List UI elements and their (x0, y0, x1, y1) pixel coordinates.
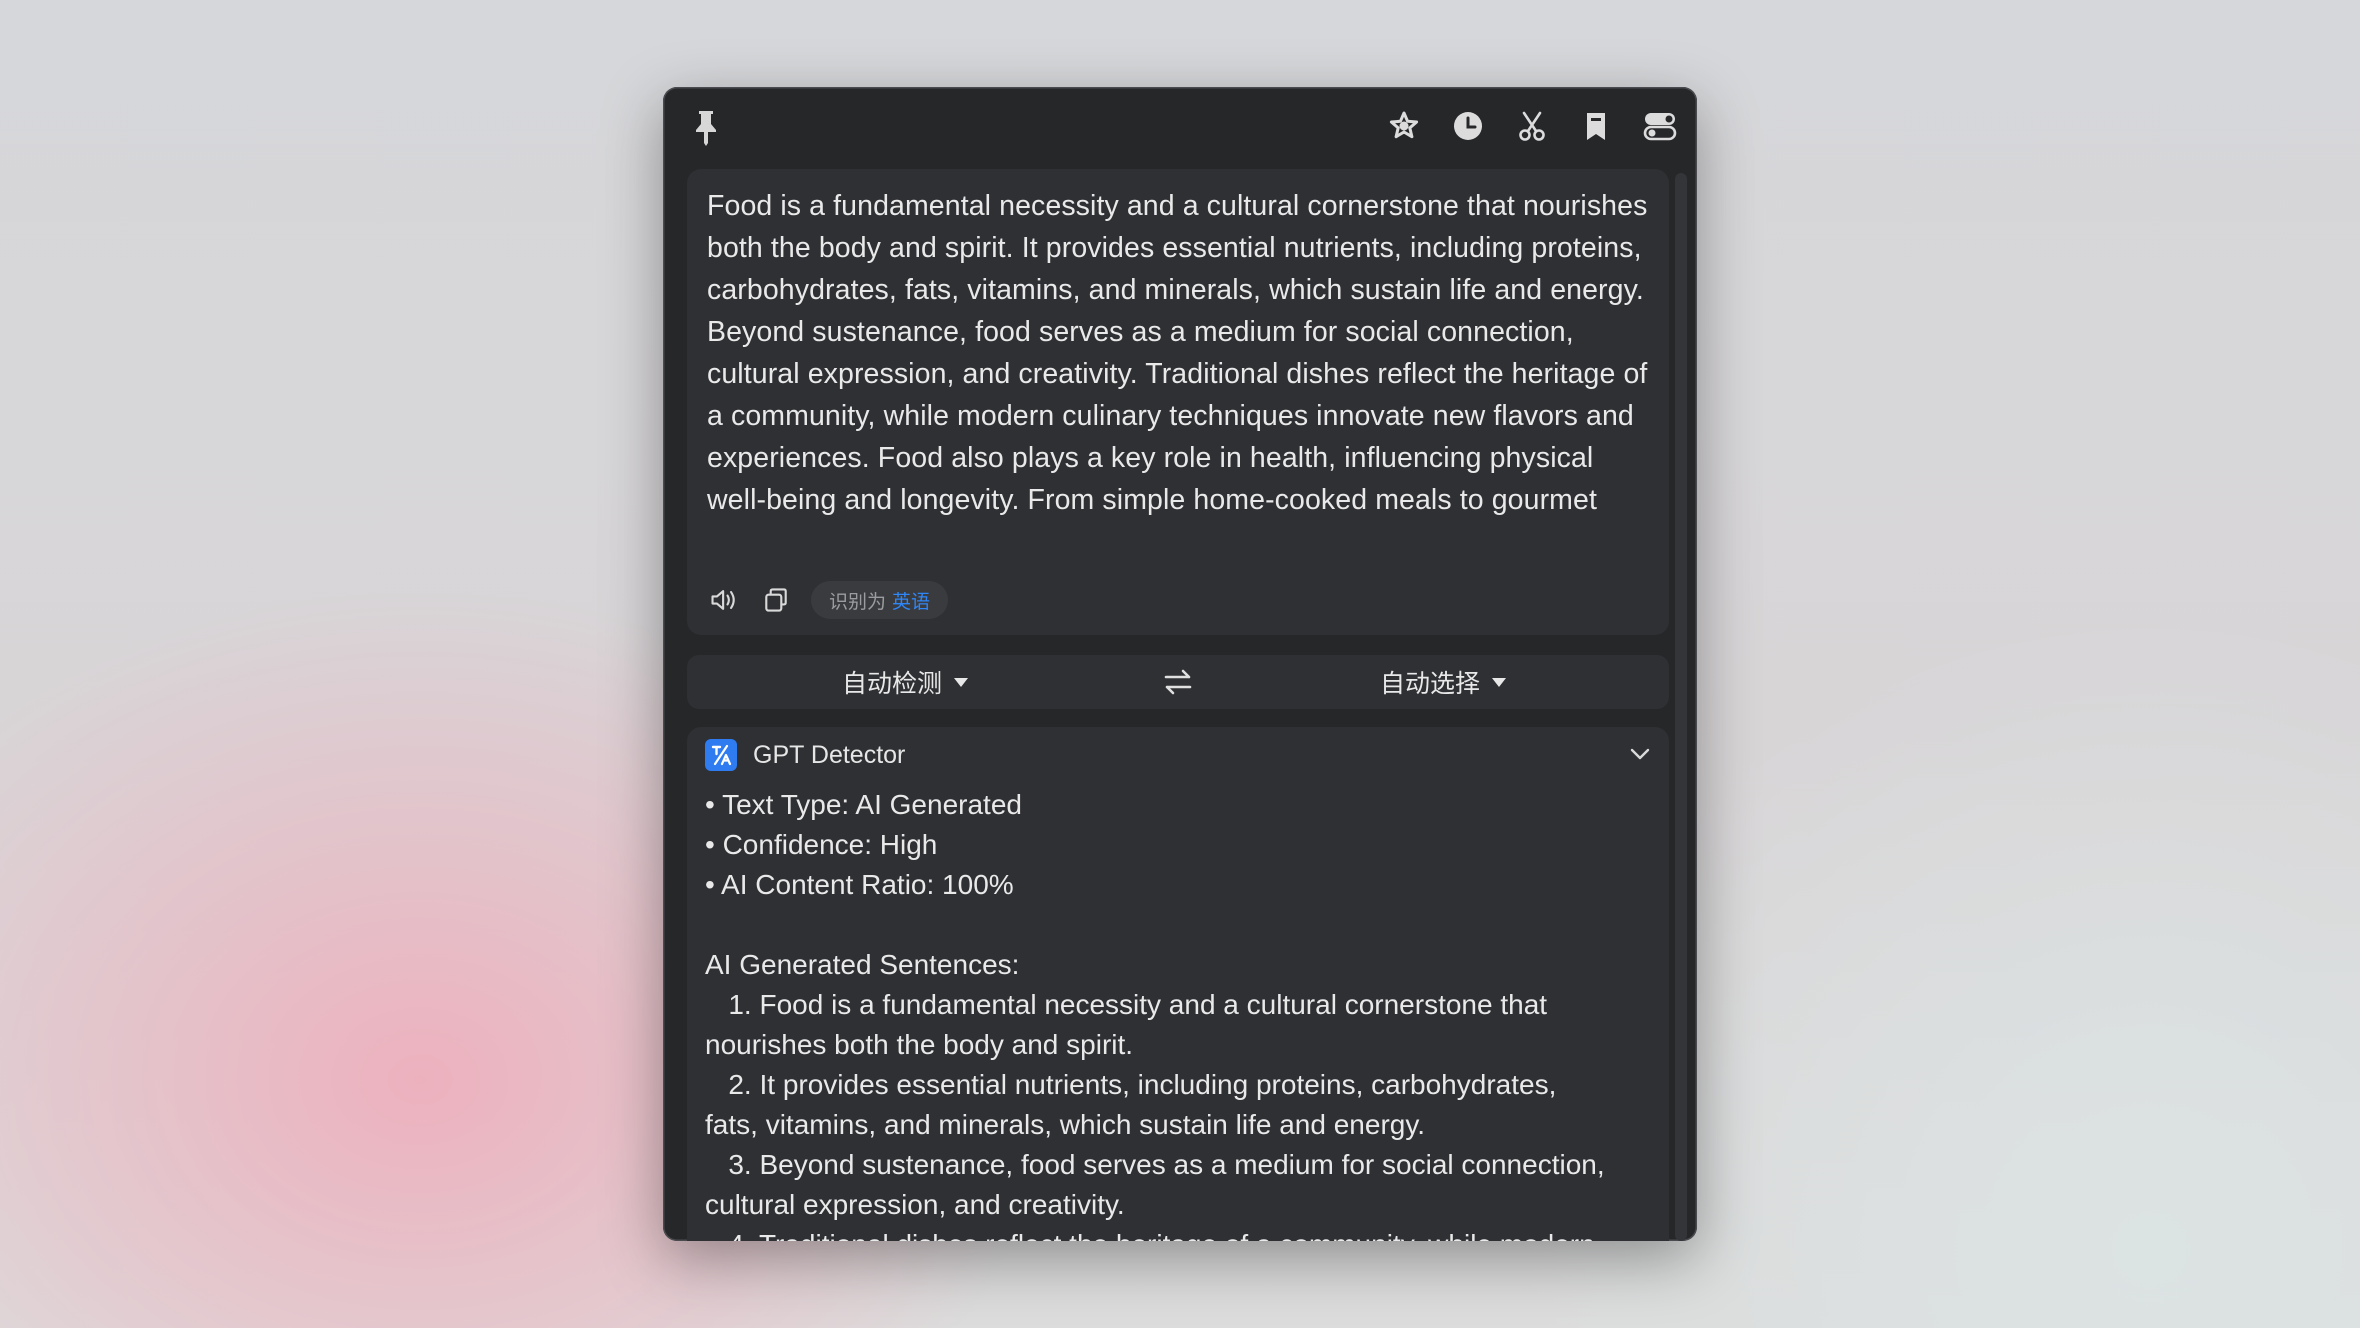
service-name: GPT Detector (753, 740, 906, 769)
star-icon[interactable] (1387, 109, 1421, 143)
source-actions: 识别为 英语 (707, 581, 949, 619)
source-text-input[interactable]: Food is a fundamental necessity and a cu… (707, 185, 1657, 525)
main-content: Food is a fundamental necessity and a cu… (687, 169, 1669, 1241)
caret-down-icon (954, 677, 969, 687)
swap-icon[interactable] (1161, 666, 1195, 698)
source-language-label: 自动检测 (842, 670, 943, 698)
detected-language-badge[interactable]: 识别为 英语 (811, 581, 949, 619)
target-language-label: 自动选择 (1380, 670, 1481, 698)
history-icon[interactable] (1451, 109, 1485, 143)
chevron-down-icon[interactable] (1625, 739, 1655, 769)
speaker-icon[interactable] (707, 583, 741, 617)
detected-prefix: 识别为 (829, 591, 887, 613)
translator-window: Food is a fundamental necessity and a cu… (663, 87, 1697, 1241)
target-language-select[interactable]: 自动选择 (1380, 655, 1507, 709)
result-header[interactable]: GPT Detector (705, 738, 905, 772)
language-bar: 自动检测 自动选择 (687, 655, 1669, 709)
detected-language: 英语 (892, 591, 931, 613)
scissors-icon[interactable] (1515, 109, 1549, 143)
caret-down-icon (1492, 677, 1507, 687)
pin-icon[interactable] (691, 107, 721, 147)
source-language-select[interactable]: 自动检测 (842, 655, 969, 709)
toggle-icon[interactable] (1643, 109, 1677, 143)
gpt-detector-icon (705, 739, 737, 771)
result-panel: GPT Detector • Text Type: AI Generated •… (687, 727, 1669, 1241)
copy-icon[interactable] (759, 583, 793, 617)
toolbar (1387, 109, 1677, 143)
source-panel: Food is a fundamental necessity and a cu… (687, 169, 1669, 635)
bookmark-icon[interactable] (1579, 109, 1613, 143)
scrollbar[interactable] (1675, 173, 1687, 1241)
title-bar (663, 87, 1697, 169)
result-text: • Text Type: AI Generated • Confidence: … (705, 789, 1605, 1241)
